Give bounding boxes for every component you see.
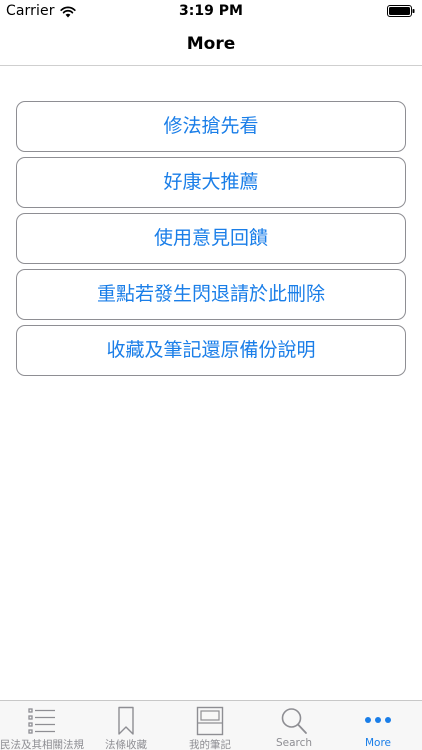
- tab-bar: 民法及其相關法規 法條收藏 我的筆記 Search More: [0, 700, 422, 750]
- tab-more[interactable]: More: [336, 701, 420, 750]
- tab-label: Search: [275, 737, 313, 749]
- recommended-apps-button[interactable]: 好康大推薦: [16, 157, 406, 208]
- navigation-bar: More: [0, 22, 422, 66]
- page-title: More: [186, 34, 236, 54]
- tab-label: 我的筆記: [189, 739, 231, 750]
- tab-label: 法條收藏: [105, 739, 147, 750]
- delete-highlights-crash-fix-button[interactable]: 重點若發生閃退請於此刪除: [16, 269, 406, 320]
- law-amendment-preview-button[interactable]: 修法搶先看: [16, 101, 406, 152]
- tab-label: 民法及其相關法規: [0, 739, 84, 750]
- more-menu: 修法搶先看 好康大推薦 使用意見回饋 重點若發生閃退請於此刪除 收藏及筆記還原備…: [16, 101, 406, 381]
- tab-search[interactable]: Search: [252, 701, 336, 750]
- notebook-icon: [196, 706, 224, 736]
- tab-label: More: [364, 737, 392, 749]
- tab-favorites[interactable]: 法條收藏: [84, 701, 168, 750]
- tab-civil-law[interactable]: 民法及其相關法規: [0, 701, 84, 750]
- search-icon: [281, 708, 307, 734]
- tab-my-notes[interactable]: 我的筆記: [168, 701, 252, 750]
- backup-restore-help-button[interactable]: 收藏及筆記還原備份說明: [16, 325, 406, 376]
- more-icon: [365, 717, 391, 723]
- list-icon: [28, 708, 55, 734]
- status-time: 3:19 PM: [179, 3, 243, 19]
- feedback-button[interactable]: 使用意見回饋: [16, 213, 406, 264]
- bookmark-icon: [118, 706, 134, 735]
- battery-icon: [387, 5, 415, 17]
- status-bar: Carrier 3:19 PM: [0, 0, 422, 22]
- screen: Carrier 3:19 PM More 修法搶先看 好康大推薦 使用意見回饋 …: [0, 0, 422, 750]
